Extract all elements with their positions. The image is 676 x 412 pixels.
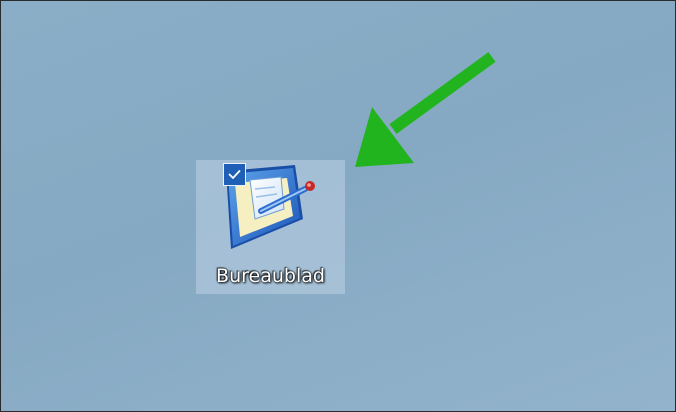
desktop-background[interactable]: Bureaublad [0, 0, 676, 412]
selected-checkbox[interactable] [223, 163, 246, 186]
desktop-icon-label: Bureaublad [216, 265, 325, 287]
desktop-icon-bureaublad[interactable]: Bureaublad [196, 160, 345, 294]
checkmark-icon [228, 170, 241, 179]
